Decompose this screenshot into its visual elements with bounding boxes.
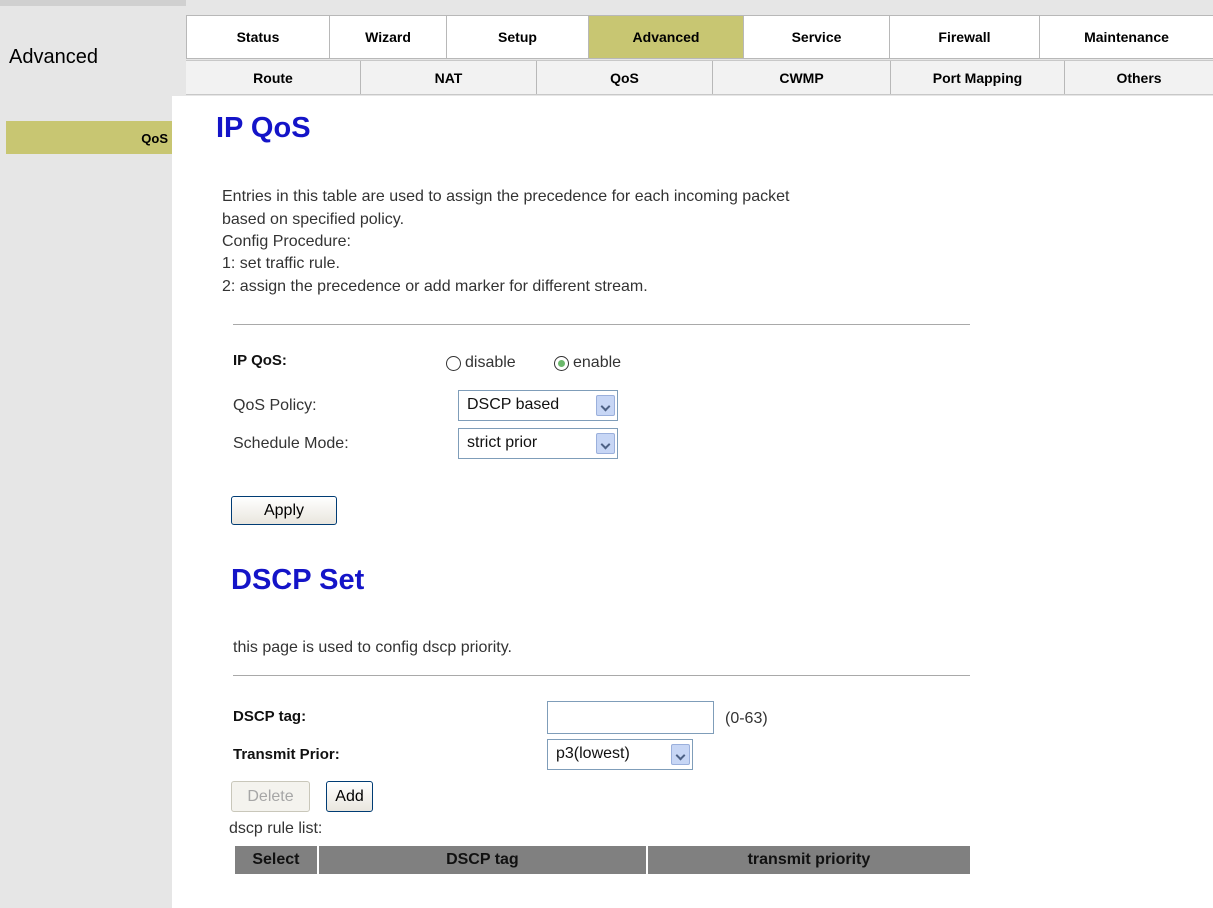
delete-button[interactable]: Delete [231,781,310,812]
dscp-tag-label: DSCP tag: [233,708,307,725]
header-left-panel: Advanced [0,0,186,96]
dscp-rule-list-label: dscp rule list: [229,820,323,837]
ipqos-title: IP QoS [216,112,311,144]
transmit-prior-value: p3(lowest) [556,745,630,762]
tab-setup[interactable]: Setup [446,15,588,59]
schedule-mode-value: strict prior [467,434,538,451]
subtab-cwmp[interactable]: CWMP [713,61,891,94]
divider [233,324,970,325]
main-nav-tabs: Status Wizard Setup Advanced Service Fir… [186,15,1213,59]
divider [233,675,970,676]
dscp-title: DSCP Set [231,564,365,596]
sidebar-item-qos[interactable]: QoS [6,121,172,154]
add-button[interactable]: Add [326,781,373,812]
dscp-tag-range: (0-63) [725,710,768,727]
section-title: Advanced [9,46,98,68]
column-header-transmit-priority: transmit priority [645,846,973,874]
ipqos-desc-line-4: 1: set traffic rule. [222,255,340,272]
tab-status[interactable]: Status [186,15,329,59]
tab-wizard[interactable]: Wizard [329,15,446,59]
column-header-select: Select [233,846,319,874]
dscp-rule-table: Select DSCP tag transmit priority [233,846,973,874]
transmit-prior-label: Transmit Prior: [233,746,340,763]
ipqos-enable-option-label: enable [573,354,622,371]
table-header-row: Select DSCP tag transmit priority [233,846,973,874]
qos-policy-select[interactable]: DSCP based [458,390,618,421]
ipqos-desc-line-3: Config Procedure: [222,233,351,250]
chevron-down-icon [596,395,615,416]
transmit-prior-select[interactable]: p3(lowest) [547,739,693,770]
column-header-dscp-tag: DSCP tag [316,846,648,874]
schedule-mode-select[interactable]: strict prior [458,428,618,459]
subtab-others[interactable]: Others [1065,61,1213,94]
subtab-nat[interactable]: NAT [361,61,537,94]
subtab-qos[interactable]: QoS [537,61,713,94]
qos-policy-label: QoS Policy: [233,397,317,414]
apply-button[interactable]: Apply [231,496,337,525]
ipqos-disable-option-label: disable [465,354,516,371]
qos-policy-value: DSCP based [467,396,560,413]
sub-nav-tabs: Route NAT QoS CWMP Port Mapping Others [186,60,1213,95]
ipqos-enable-radio[interactable] [554,356,569,371]
subtab-port-mapping[interactable]: Port Mapping [891,61,1065,94]
tab-firewall[interactable]: Firewall [889,15,1039,59]
schedule-mode-label: Schedule Mode: [233,435,349,452]
subtab-route[interactable]: Route [186,61,361,94]
sidebar: QoS [0,96,172,908]
dscp-tag-input[interactable] [547,701,714,734]
ipqos-disable-radio[interactable] [446,356,461,371]
tab-maintenance[interactable]: Maintenance [1039,15,1213,59]
chevron-down-icon [671,744,690,765]
ipqos-desc-line-5: 2: assign the precedence or add marker f… [222,278,648,295]
chevron-down-icon [596,433,615,454]
dscp-description: this page is used to config dscp priorit… [233,639,512,656]
tab-service[interactable]: Service [743,15,889,59]
ipqos-desc-line-1: Entries in this table are used to assign… [222,188,790,205]
ipqos-enable-label: IP QoS: [233,352,287,369]
ipqos-desc-line-2: based on specified policy. [222,211,405,228]
tab-advanced[interactable]: Advanced [588,15,743,59]
